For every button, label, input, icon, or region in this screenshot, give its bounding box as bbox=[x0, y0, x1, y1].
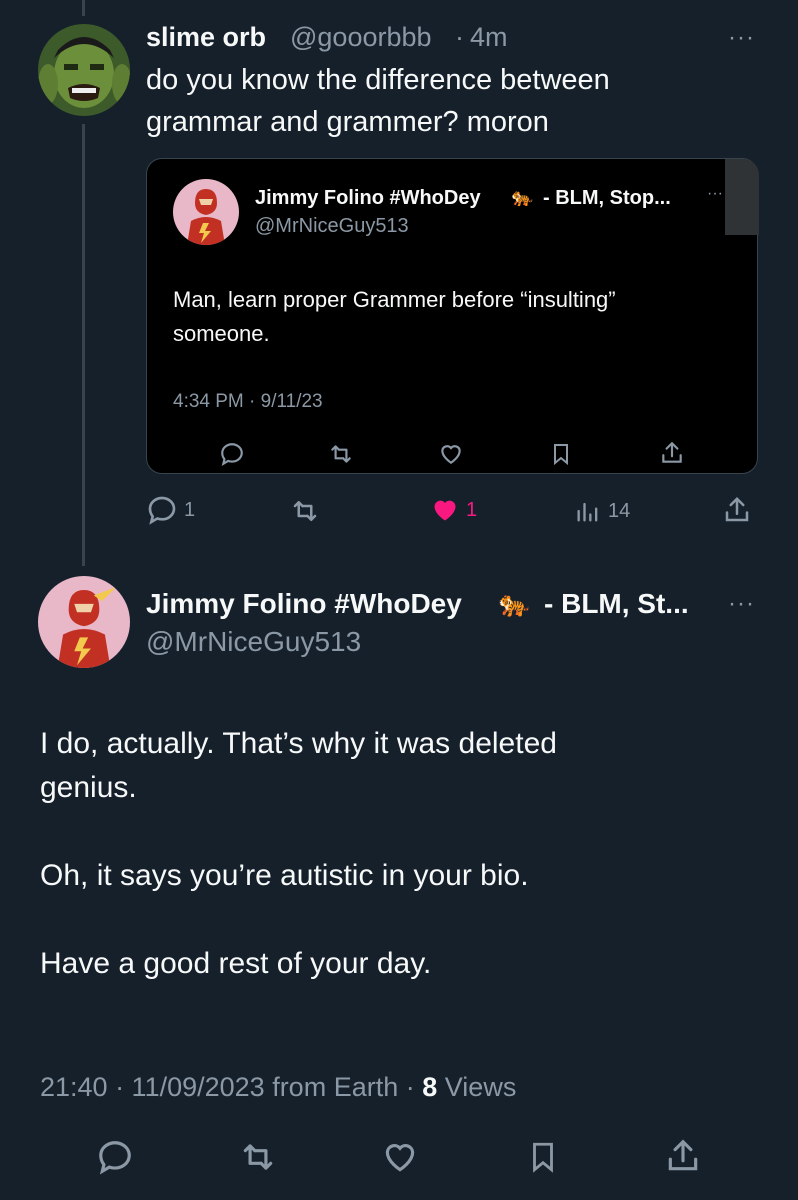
tweet2-meta-time[interactable]: 21:40 · 11/09/2023 from Earth · bbox=[40, 1072, 415, 1102]
quote-share-icon bbox=[659, 439, 685, 467]
tweet2-paragraph3: Have a good rest of your day. bbox=[40, 947, 432, 980]
reply-count: 1 bbox=[184, 498, 196, 521]
quote-handle: @MrNiceGuy513 bbox=[255, 215, 409, 237]
tweet2-meta: 21:40 · 11/09/2023 from Earth · 8 Views bbox=[40, 1072, 516, 1103]
tweet1-handle[interactable]: @gooorbbb bbox=[290, 22, 432, 53]
heart-filled-icon bbox=[434, 500, 456, 521]
tweet1-text-line1: do you know the difference between bbox=[146, 64, 610, 96]
avatar-slime-orb[interactable] bbox=[38, 24, 130, 116]
tweet2-emoji: 🐅 bbox=[498, 588, 531, 618]
retweet-button[interactable] bbox=[288, 496, 322, 526]
tweet2-handle[interactable]: @MrNiceGuy513 bbox=[146, 626, 361, 658]
analytics-icon bbox=[577, 502, 598, 522]
heart-icon bbox=[385, 1144, 415, 1172]
more-options-icon[interactable]: ··· bbox=[728, 592, 755, 616]
tweet2-views-label[interactable]: Views bbox=[445, 1072, 517, 1102]
retweet-icon bbox=[243, 1144, 273, 1170]
tweet1-text-line2: grammar and grammer? moron bbox=[146, 106, 549, 138]
views-count: 14 bbox=[608, 499, 631, 522]
retweet-button[interactable] bbox=[238, 1138, 278, 1176]
quote-reply-icon bbox=[219, 441, 245, 467]
quote-bookmark-icon bbox=[549, 441, 573, 467]
quote-more-icon: ··· bbox=[707, 185, 723, 202]
reply-button[interactable] bbox=[96, 1138, 134, 1176]
tweet2-paragraph1-line2: genius. bbox=[40, 771, 137, 804]
share-icon bbox=[668, 1139, 698, 1171]
reply-button[interactable]: 1 bbox=[146, 494, 195, 526]
tweet1-time[interactable]: 4m bbox=[470, 22, 508, 53]
tweet2-body: I do, actually. That’s why it was delete… bbox=[40, 722, 740, 1030]
tweet2-display-name[interactable]: Jimmy Folino #WhoDey bbox=[146, 588, 462, 620]
quote-text-line2: someone. bbox=[173, 321, 270, 346]
like-button[interactable]: 1 bbox=[430, 496, 477, 524]
quote-emoji: 🐅 bbox=[511, 187, 534, 207]
tweet2-paragraph2: Oh, it says you’re autistic in your bio. bbox=[40, 859, 529, 892]
quote-avatar bbox=[173, 179, 239, 245]
share-icon bbox=[725, 496, 749, 522]
like-count: 1 bbox=[466, 498, 478, 521]
tweet2-paragraph1-line1: I do, actually. That’s why it was delete… bbox=[40, 727, 557, 760]
quote-display-name: Jimmy Folino #WhoDey bbox=[255, 187, 481, 209]
avatar-jimmy-folino[interactable] bbox=[38, 576, 130, 668]
quote-scroll-handle bbox=[725, 159, 759, 235]
views-button[interactable]: 14 bbox=[574, 496, 630, 526]
thread-line-connector bbox=[82, 124, 85, 566]
quote-timestamp: 4:34 PM · 9/11/23 bbox=[173, 391, 323, 412]
reply-icon bbox=[99, 1141, 131, 1175]
bookmark-button[interactable] bbox=[526, 1138, 560, 1176]
quote-retweet-icon bbox=[327, 441, 355, 467]
thread-line-top bbox=[82, 0, 85, 16]
tweet1-display-name[interactable]: slime orb bbox=[146, 22, 266, 53]
share-button[interactable] bbox=[664, 1136, 702, 1176]
quoted-tweet-card[interactable]: Jimmy Folino #WhoDey 🐅 - BLM, Stop... ··… bbox=[146, 158, 759, 474]
reply-icon bbox=[148, 496, 176, 525]
retweet-icon bbox=[293, 501, 317, 521]
quote-name-suffix: - BLM, Stop... bbox=[543, 187, 671, 209]
bookmark-icon bbox=[533, 1142, 553, 1173]
share-button[interactable] bbox=[722, 494, 752, 526]
tweet2-views-count[interactable]: 8 bbox=[422, 1072, 437, 1102]
quote-like-icon bbox=[437, 441, 465, 467]
tweet1-separator: · bbox=[455, 22, 464, 52]
flash-avatar-icon bbox=[38, 576, 130, 668]
quote-text-line1: Man, learn proper Grammer before “insult… bbox=[173, 287, 616, 312]
more-options-icon[interactable]: ··· bbox=[728, 26, 755, 50]
tweet2-name-suffix[interactable]: - BLM, St... bbox=[544, 588, 689, 620]
like-button[interactable] bbox=[380, 1138, 420, 1176]
hulk-avatar-icon bbox=[38, 24, 130, 116]
flash-avatar-icon bbox=[173, 179, 239, 245]
